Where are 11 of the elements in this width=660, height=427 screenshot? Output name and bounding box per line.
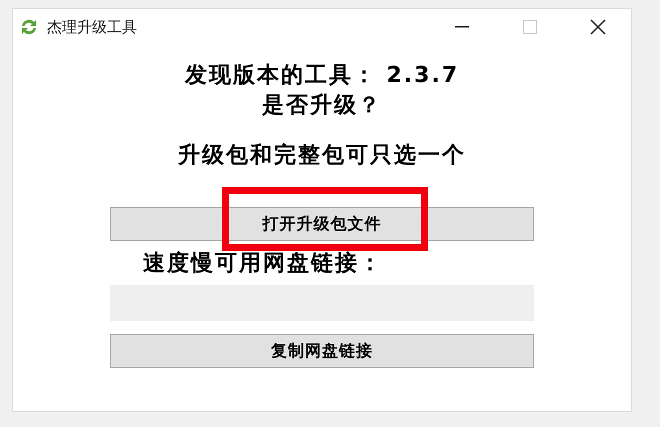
link-label: 速度慢可用网盘链接： (143, 250, 384, 278)
window-title: 杰理升级工具 (47, 16, 137, 38)
copy-link-button[interactable]: 复制网盘链接 (110, 334, 534, 368)
minimize-icon (455, 26, 469, 28)
open-file-button[interactable]: 打开升级包文件 (110, 207, 534, 241)
close-icon (590, 19, 606, 35)
message-text: 是否升级？ (262, 92, 382, 120)
message-text: 发现版本的工具： 2.3.7 (184, 62, 460, 90)
refresh-icon (19, 17, 39, 37)
maximize-icon (523, 20, 537, 34)
message-text: 升级包和完整包可只选一个 (178, 142, 466, 170)
